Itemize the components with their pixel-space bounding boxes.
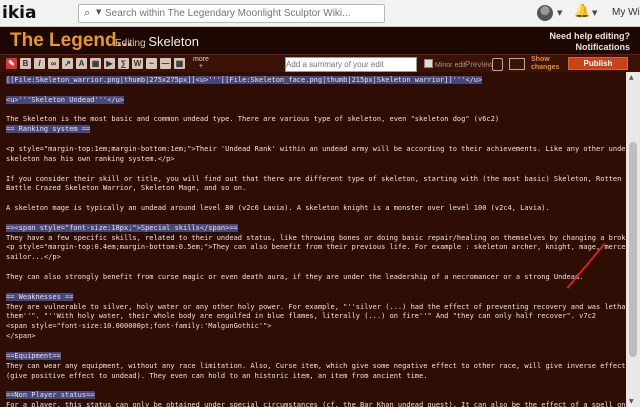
editor-line[interactable]: (give positive effect to undead). They e…: [6, 372, 427, 381]
editor-line[interactable]: </span>: [6, 332, 36, 341]
more-label: more: [193, 56, 209, 63]
editor-line[interactable]: sailor...</p>: [6, 253, 61, 262]
notification-bell-icon[interactable]: 🔔: [574, 4, 590, 19]
editor-line-text: </span>: [6, 332, 36, 341]
minor-edit-checkbox[interactable]: Minor edit: [424, 59, 466, 69]
editor-line[interactable]: Battle Crazed Skeleton Warrior, Skeleton…: [6, 184, 246, 193]
scrollbar[interactable]: ▲ ▼: [626, 72, 640, 407]
magnifier-icon: ⌕: [84, 6, 91, 19]
media-icon[interactable]: ▶: [104, 58, 115, 69]
external-link-icon[interactable]: ↗: [62, 58, 73, 69]
editor-line-text: ==Equipment==: [6, 351, 61, 360]
editor-line-text: ==<span style="font-size:18px;">Special …: [6, 223, 238, 232]
editor-toolbar: ✎ B I ∞ ↗ A ▦ ▶ ∑ W ~ — ▦ more+ Minor ed…: [0, 54, 640, 73]
editor-line-text: ==Non Player status==: [6, 391, 95, 400]
bold-icon[interactable]: B: [20, 58, 31, 69]
editor-line[interactable]: They have a few specific skills, related…: [6, 234, 626, 243]
more-button[interactable]: more +: [193, 56, 209, 70]
editor-line[interactable]: They can also strongly benefit from curs…: [6, 273, 583, 282]
editor-line[interactable]: A skeleton mage is typically an undead a…: [6, 204, 550, 213]
editor-line-text: They can wear any equipment, without any…: [6, 361, 626, 370]
scroll-down-icon[interactable]: ▼: [629, 398, 634, 405]
editor-line-text: sailor...</p>: [6, 253, 61, 262]
editor-line-text: <p style="margin-top:1em;margin-bottom:1…: [6, 144, 626, 153]
image-icon[interactable]: ▦: [90, 58, 101, 69]
editor-line-text: For a player, this status can only be ob…: [6, 401, 626, 407]
editor-line[interactable]: They are vulnerable to silver, holy wate…: [6, 303, 626, 312]
nowiki-icon[interactable]: W: [132, 58, 143, 69]
editing-prefix: Editing: [115, 38, 146, 49]
heading-icon[interactable]: A: [76, 58, 87, 69]
editor-line[interactable]: They can wear any equipment, without any…: [6, 362, 626, 371]
editor-line[interactable]: <p style="margin-top:1em;margin-bottom:1…: [6, 145, 626, 154]
source-mode-icon[interactable]: ✎: [6, 58, 17, 69]
horizontal-rule-icon[interactable]: —: [160, 58, 171, 69]
source-editor[interactable]: [[File:Skeleton_warrior.png|thumb|275x27…: [0, 72, 626, 407]
editor-line[interactable]: For a player, this status can only be ob…: [6, 401, 626, 407]
chevron-down-icon[interactable]: ▼: [557, 9, 562, 17]
show-changes-line1: Show: [531, 56, 550, 63]
checkbox-icon[interactable]: [424, 59, 433, 68]
editor-line-text: skeleton has his own ranking system.</p>: [6, 154, 175, 163]
scrollbar-thumb[interactable]: [629, 142, 637, 357]
search-input[interactable]: [105, 6, 375, 20]
math-icon[interactable]: ∑: [118, 58, 129, 69]
mobile-preview-icon[interactable]: [492, 58, 503, 71]
editor-header: The Legend... Editing Skeleton Need help…: [0, 27, 640, 54]
editor-line[interactable]: ==<span style="font-size:18px;">Special …: [6, 223, 238, 233]
publish-button[interactable]: Publish: [568, 57, 628, 70]
editor-line[interactable]: them''". "''With holy water, their whole…: [6, 312, 596, 321]
my-wiki-menu[interactable]: My Wiki: [612, 7, 640, 18]
editor-line[interactable]: skeleton has his own ranking system.</p>: [6, 155, 175, 164]
chevron-down-icon[interactable]: ▼: [96, 8, 101, 16]
help-links: Need help editing? Notifications: [549, 31, 630, 53]
signature-icon[interactable]: ~: [146, 58, 157, 69]
editor-line-text: == Weaknesses ==: [6, 292, 74, 301]
global-navigation: ikia ⌕ ▼ ▼ 🔔 ▼ My Wiki: [0, 0, 640, 27]
editor-line-text: them''". "''With holy water, their whole…: [6, 312, 597, 321]
editor-line-text: <u>'''Skeleton Undead'''</u>: [6, 95, 125, 104]
help-editing-link[interactable]: Need help editing?: [549, 31, 630, 42]
edit-summary-input[interactable]: [285, 57, 417, 72]
preview-button[interactable]: Preview: [465, 60, 493, 69]
editor-line[interactable]: <span style="font-size:10.000000pt;font-…: [6, 322, 272, 331]
editor-line-text: They are vulnerable to silver, holy wate…: [6, 302, 626, 311]
editor-line-text: == Ranking system ==: [6, 125, 91, 134]
wikia-logo[interactable]: ikia: [2, 3, 36, 23]
editor-line-text: They have a few specific skills, related…: [6, 233, 626, 242]
scroll-up-icon[interactable]: ▲: [629, 74, 634, 81]
editor-line-text: [[File:Skeleton_warrior.png|thumb|275x27…: [6, 76, 483, 84]
editor-line[interactable]: <u>'''Skeleton Undead'''</u>: [6, 95, 125, 105]
editor-line[interactable]: ==Non Player status==: [6, 391, 95, 400]
editor-line[interactable]: If you consider their skill or title, yo…: [6, 175, 626, 184]
editor-line[interactable]: == Weaknesses ==: [6, 292, 74, 302]
page-title: Skeleton: [148, 34, 199, 49]
editor-line[interactable]: == Ranking system ==: [6, 125, 91, 134]
editor-line-text: A skeleton mage is typically an undead a…: [6, 204, 550, 213]
editor-line-text: The Skeleton is the most basic and commo…: [6, 115, 500, 124]
editor-line-text: If you consider their skill or title, yo…: [6, 174, 626, 183]
search-box[interactable]: ⌕ ▼: [78, 4, 385, 23]
editor-line[interactable]: The Skeleton is the most basic and commo…: [6, 115, 499, 124]
editor-line-text: <span style="font-size:10.000000pt;font-…: [6, 322, 272, 331]
editor-line-text: They can also strongly benefit from curs…: [6, 273, 584, 281]
editor-line[interactable]: <p style="margin-top:0.4em;margin-bottom…: [6, 243, 626, 252]
editor-line-text: (give positive effect to undead). They e…: [6, 371, 428, 380]
link-icon[interactable]: ∞: [48, 58, 59, 69]
gallery-icon[interactable]: ▦: [174, 58, 185, 69]
editor-line[interactable]: ==Equipment==: [6, 351, 61, 361]
desktop-preview-icon[interactable]: [509, 58, 525, 70]
editing-label: Editing Skeleton: [115, 34, 199, 49]
editor-line-text: <p style="margin-top:0.4em;margin-bottom…: [6, 243, 626, 252]
italic-icon[interactable]: I: [34, 58, 45, 69]
minor-edit-label: Minor edit: [435, 62, 466, 69]
show-changes-line2: changes: [531, 64, 560, 71]
chevron-down-icon[interactable]: ▼: [592, 9, 597, 17]
editor-line-text: Battle Crazed Skeleton Warrior, Skeleton…: [6, 184, 247, 193]
notifications-link[interactable]: Notifications: [549, 42, 630, 53]
avatar[interactable]: [537, 5, 553, 21]
editor-line[interactable]: [[File:Skeleton_warrior.png|thumb|275x27…: [6, 76, 483, 85]
show-changes-button[interactable]: Show changes: [531, 56, 559, 72]
